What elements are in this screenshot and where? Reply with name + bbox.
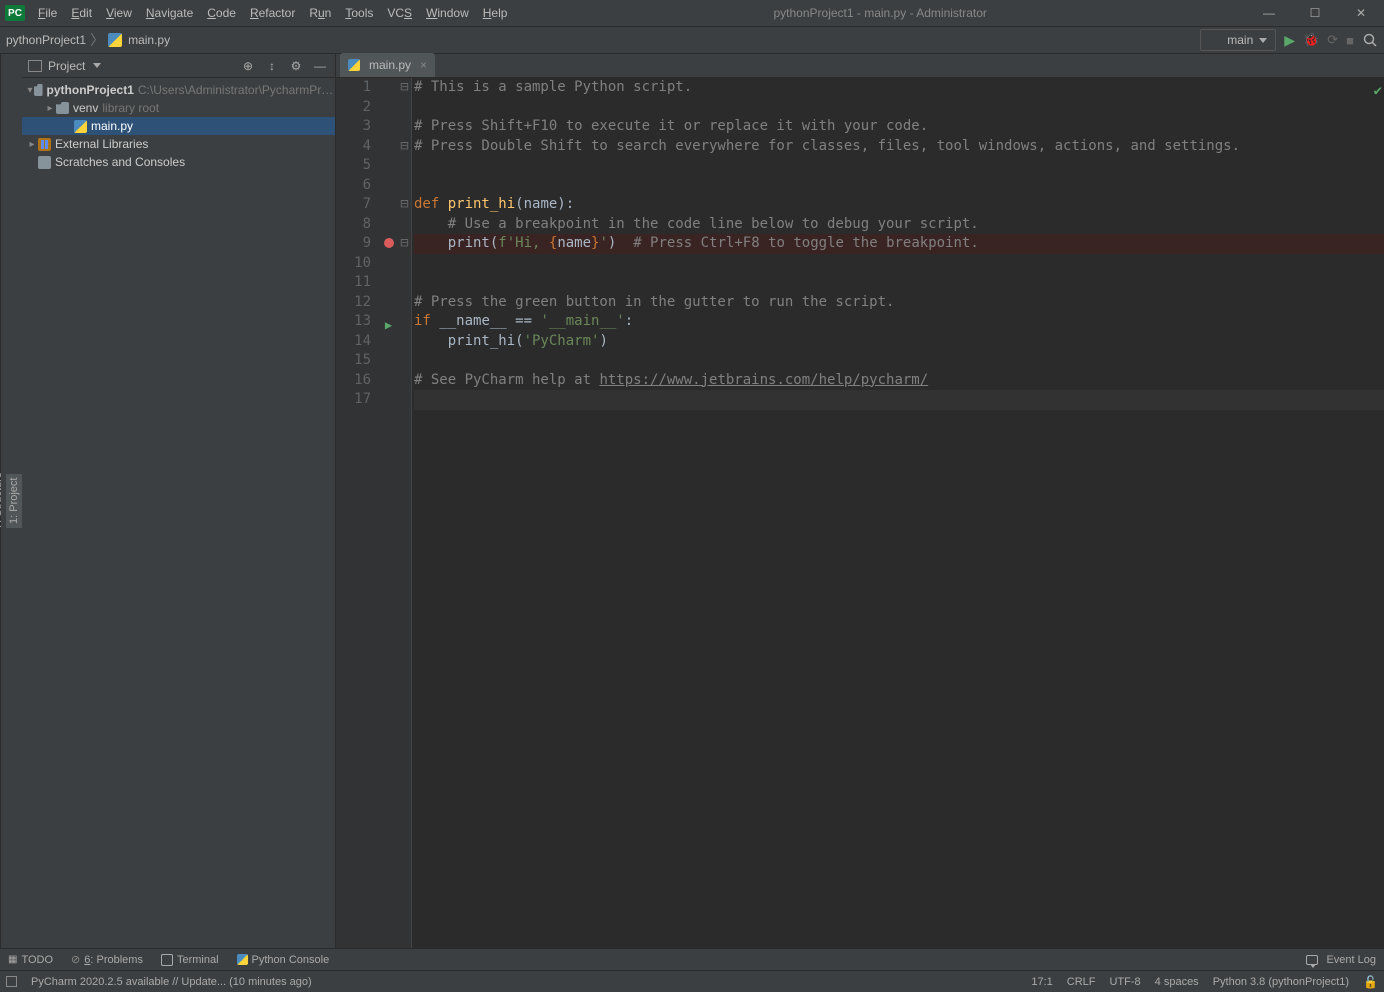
file-encoding[interactable]: UTF-8 [1109, 976, 1140, 988]
tab-label: main.py [369, 58, 411, 72]
close-button[interactable]: ✕ [1338, 0, 1384, 27]
breadcrumb-file[interactable]: main.py [128, 33, 170, 47]
project-view-icon [28, 60, 42, 72]
problems-tool-button[interactable]: ⊘6: Problems [71, 953, 143, 966]
window-controls: — ☐ ✕ [1246, 0, 1384, 27]
close-tab-icon[interactable]: × [420, 58, 427, 72]
menu-file[interactable]: File [31, 2, 64, 24]
hide-panel-button[interactable]: — [311, 57, 329, 75]
indent-widget[interactable]: 4 spaces [1155, 976, 1199, 988]
folder-icon [56, 102, 69, 114]
menu-edit[interactable]: Edit [64, 2, 99, 24]
editor-area: main.py × ✔ 1234567891011121314151617 ▶ … [336, 54, 1384, 948]
python-interpreter[interactable]: Python 3.8 (pythonProject1) [1213, 976, 1349, 988]
left-toolwindow-bar: 1: Project 7: Structure 2: Favorites ★ [0, 54, 22, 948]
minimize-button[interactable]: — [1246, 0, 1292, 27]
code-editor[interactable]: ✔ 1234567891011121314151617 ▶ ⊟ ⊟ ⊟ ⊟ # … [336, 78, 1384, 948]
run-button[interactable]: ▶ [1284, 32, 1295, 49]
python-icon [1209, 34, 1221, 46]
navigation-bar: pythonProject1 〉 main.py main ▶ 🐞 ⟳ ■ [0, 27, 1384, 54]
menu-window[interactable]: Window [419, 2, 476, 24]
terminal-tool-button[interactable]: Terminal [161, 954, 219, 966]
tree-main-py[interactable]: main.py [22, 117, 335, 135]
tree-scratches-consoles[interactable]: Scratches and Consoles [22, 153, 335, 171]
title-bar: PC File Edit View Navigate Code Refactor… [0, 0, 1384, 27]
menu-vcs[interactable]: VCS [380, 2, 419, 24]
folder-icon [34, 84, 43, 96]
bottom-toolwindow-bar: ▦TODO ⊘6: Problems Terminal Python Conso… [0, 948, 1384, 970]
caret-position[interactable]: 17:1 [1031, 976, 1052, 988]
project-panel-title[interactable]: Project [48, 59, 85, 73]
run-config-selector[interactable]: main [1200, 29, 1276, 51]
python-file-icon [74, 120, 87, 133]
menu-navigate[interactable]: Navigate [139, 2, 200, 24]
view-mode-dropdown-icon[interactable] [93, 63, 101, 68]
scratches-icon [38, 156, 51, 169]
run-coverage-button[interactable]: ⟳ [1327, 32, 1338, 48]
debug-button[interactable]: 🐞 [1303, 32, 1319, 48]
fold-gutter[interactable]: ⊟ ⊟ ⊟ ⊟ [398, 78, 412, 948]
breadcrumb: pythonProject1 〉 main.py [6, 30, 170, 50]
readonly-toggle-icon[interactable]: 🔓 [1363, 975, 1378, 989]
line-number-gutter[interactable]: 1234567891011121314151617 [336, 78, 380, 948]
tab-main-py[interactable]: main.py × [340, 53, 435, 77]
run-gutter-icon[interactable]: ▶ [380, 316, 397, 336]
window-title: pythonProject1 - main.py - Administrator [514, 6, 1246, 20]
project-tree[interactable]: ▾ pythonProject1 C:\Users\Administrator\… [22, 78, 335, 174]
breadcrumb-separator: 〉 [90, 30, 104, 50]
menu-run[interactable]: Run [302, 2, 338, 24]
event-log-button[interactable]: Event Log [1306, 954, 1376, 966]
terminal-icon [161, 954, 173, 966]
run-config-label: main [1227, 33, 1253, 47]
breakpoint-icon[interactable] [384, 238, 394, 248]
expand-all-button[interactable]: ↕ [263, 57, 281, 75]
speech-bubble-icon [1306, 955, 1318, 965]
menu-help[interactable]: Help [476, 2, 515, 24]
todo-tool-button[interactable]: ▦TODO [8, 954, 53, 966]
menu-refactor[interactable]: Refactor [243, 2, 302, 24]
stop-button[interactable]: ■ [1346, 33, 1354, 48]
python-console-tool-button[interactable]: Python Console [237, 954, 330, 966]
tree-project-root[interactable]: ▾ pythonProject1 C:\Users\Administrator\… [22, 81, 335, 99]
breadcrumb-project[interactable]: pythonProject1 [6, 33, 86, 47]
python-file-icon [348, 59, 360, 71]
library-icon [38, 138, 51, 151]
tree-venv[interactable]: ▸ venv library root [22, 99, 335, 117]
project-tool-button[interactable]: 1: Project [6, 474, 22, 528]
status-message[interactable]: PyCharm 2020.2.5 available // Update... … [31, 976, 312, 988]
search-everywhere-button[interactable] [1362, 32, 1378, 48]
pycharm-logo: PC [5, 5, 25, 21]
status-bar: PyCharm 2020.2.5 available // Update... … [0, 970, 1384, 992]
menu-bar: File Edit View Navigate Code Refactor Ru… [31, 2, 514, 24]
maximize-button[interactable]: ☐ [1292, 0, 1338, 27]
editor-tabs: main.py × [336, 54, 1384, 78]
menu-tools[interactable]: Tools [338, 2, 380, 24]
menu-view[interactable]: View [99, 2, 139, 24]
code-content[interactable]: # This is a sample Python script. # Pres… [412, 78, 1384, 948]
chevron-down-icon [1259, 38, 1267, 43]
python-file-icon [108, 33, 122, 47]
toolwindow-quicklist-icon[interactable] [6, 976, 17, 987]
panel-settings-button[interactable]: ⚙ [287, 57, 305, 75]
breakpoint-gutter[interactable]: ▶ [380, 78, 398, 948]
main-area: 1: Project 7: Structure 2: Favorites ★ P… [0, 54, 1384, 948]
project-panel-header: Project ⊕ ↕ ⚙ — [22, 54, 335, 78]
locate-button[interactable]: ⊕ [239, 57, 257, 75]
tree-external-libraries[interactable]: ▸ External Libraries [22, 135, 335, 153]
project-tool-window: Project ⊕ ↕ ⚙ — ▾ pythonProject1 C:\User… [22, 54, 336, 948]
structure-tool-button[interactable]: 7: Structure [0, 469, 6, 534]
python-icon [237, 954, 248, 965]
line-separator[interactable]: CRLF [1067, 976, 1096, 988]
menu-code[interactable]: Code [200, 2, 243, 24]
